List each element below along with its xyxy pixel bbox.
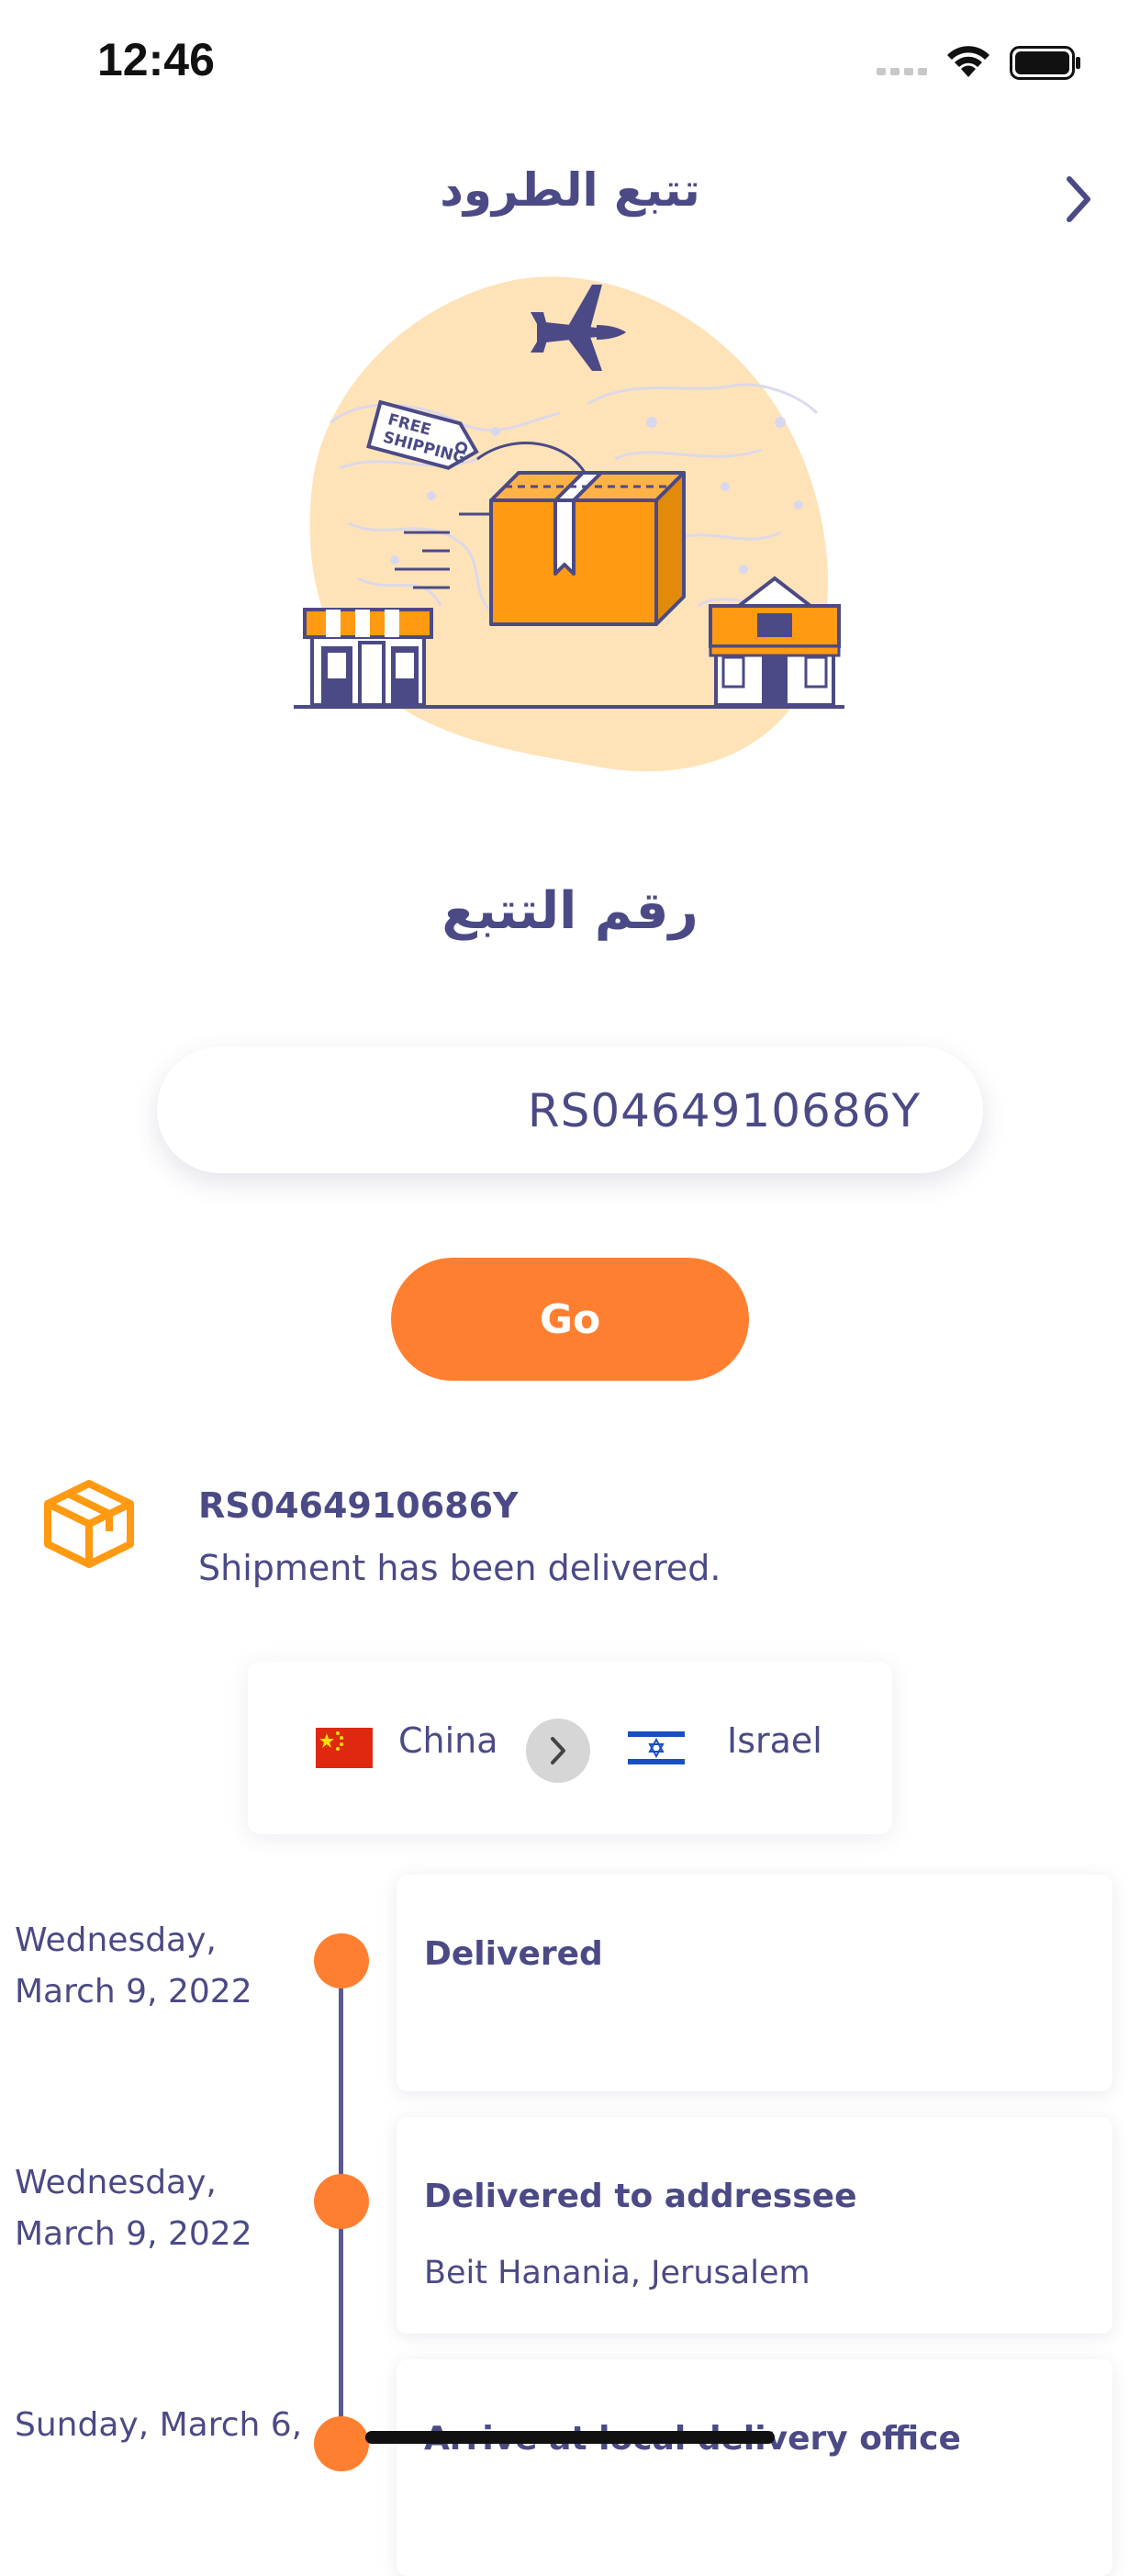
timeline-dot — [314, 1933, 369, 1988]
result-status-text: Shipment has been delivered. — [198, 1548, 721, 1588]
page-title: تتبع الطرود — [440, 163, 700, 217]
home-indicator — [365, 2431, 775, 2444]
event-title: Delivered — [424, 1935, 603, 1973]
shipping-illustration: FREE SHIPPING — [294, 276, 844, 772]
package-box-icon — [44, 1480, 134, 1568]
tracking-input-container — [157, 1047, 983, 1175]
status-time: 12:46 — [97, 34, 215, 85]
event-card[interactable]: Delivered — [397, 1875, 1112, 2091]
chevron-right-icon — [1067, 176, 1090, 222]
tracking-number-label: رقم التتبع — [441, 881, 699, 941]
chevron-right-icon — [551, 1737, 565, 1764]
china-flag-icon — [316, 1728, 373, 1768]
go-button[interactable]: Go — [391, 1258, 749, 1381]
route-card: China Israel — [248, 1662, 892, 1834]
route-arrow — [526, 1719, 590, 1783]
event-location: Beit Hanania, Jerusalem — [424, 2255, 810, 2291]
destination-country: Israel — [727, 1720, 822, 1761]
event-date: Sunday, March 6, — [15, 2406, 303, 2444]
result-tracking-number: RS0464910686Y — [198, 1485, 519, 1526]
event-title: Delivered to addressee — [424, 2178, 857, 2215]
timeline-dot — [314, 2174, 369, 2229]
event-date: Wednesday, March 9, 2022 — [15, 2164, 252, 2253]
event-date: Wednesday, March 9, 2022 — [15, 1921, 252, 2010]
battery-icon — [1010, 46, 1080, 80]
back-button[interactable] — [1046, 167, 1111, 231]
timeline-dot — [314, 2416, 369, 2471]
event-card[interactable]: Delivered to addressee Beit Hanania, Jer… — [397, 2117, 1112, 2334]
cellular-signal-icon — [877, 68, 927, 75]
tracking-number-input[interactable] — [194, 1047, 922, 1175]
origin-country: China — [398, 1720, 498, 1761]
wifi-icon — [947, 46, 989, 77]
israel-flag-icon — [628, 1728, 685, 1768]
event-card[interactable]: Arrive at local delivery office — [397, 2359, 1112, 2576]
